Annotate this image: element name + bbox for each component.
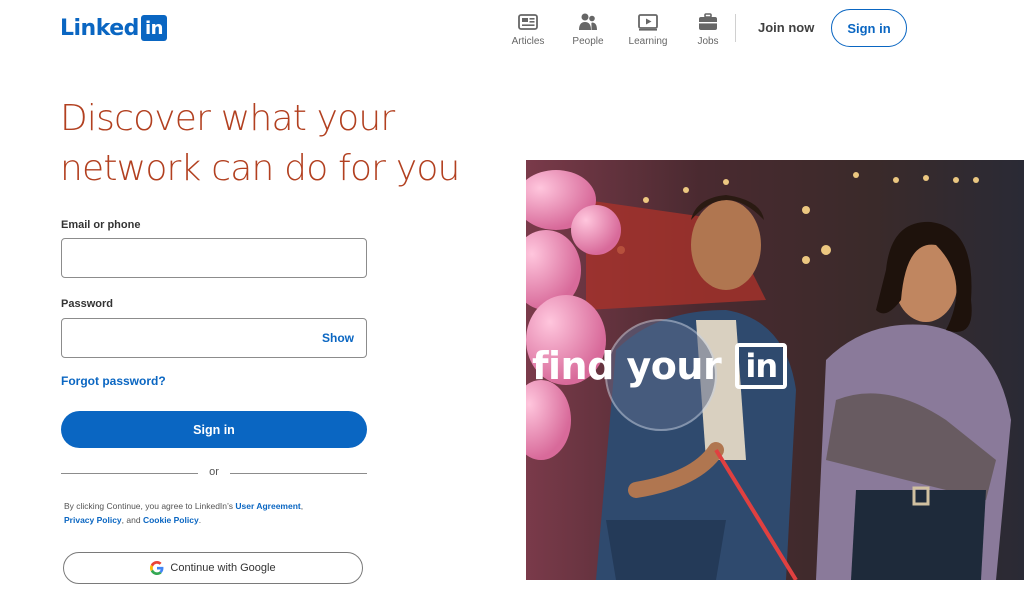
sign-in-button[interactable]: Sign in [61,411,367,448]
or-divider: or [61,466,367,480]
hero-photo: find your in [526,160,1024,580]
top-nav: Articles People Learning Jobs [498,12,738,47]
password-field[interactable]: Show [61,318,367,358]
nav-learning[interactable]: Learning [618,12,678,47]
legal-prefix: By clicking Continue, you agree to Linke… [64,501,236,511]
nav-jobs-label: Jobs [697,36,719,47]
people-icon [579,13,597,30]
legal-period: . [198,514,202,525]
join-now-button[interactable]: Join now [746,10,826,44]
nav-articles-label: Articles [511,36,545,47]
page-headline: Discover what your network can do for yo… [60,94,480,194]
divider-line-right [230,473,367,474]
headline-line-2: network can do for you [60,148,460,189]
nav-jobs[interactable]: Jobs [678,12,738,47]
user-agreement-link[interactable]: User Agreement [235,501,300,511]
privacy-policy-link[interactable]: Privacy Policy [64,515,122,525]
headline-line-1: Discover what your [60,98,395,139]
articles-icon [518,14,538,30]
jobs-icon [699,13,717,30]
email-field[interactable] [61,238,367,278]
learning-icon [638,14,658,31]
google-button-label: Continue with Google [170,562,276,574]
legal-notice: By clicking Continue, you agree to Linke… [64,500,364,527]
email-label: Email or phone [61,219,141,231]
logo-in-box: in [140,15,167,41]
nav-people[interactable]: People [558,12,618,47]
nav-articles[interactable]: Articles [498,12,558,47]
overlay-text: find your [532,344,722,388]
nav-learning-label: Learning [628,36,668,47]
or-text: or [209,466,219,478]
legal-comma: , [300,501,304,511]
cookie-policy-link[interactable]: Cookie Policy [143,515,199,525]
header-sign-in-button[interactable]: Sign in [831,9,907,47]
nav-people-label: People [572,36,604,47]
find-your-in-overlay: find your in [532,343,788,389]
password-label: Password [61,298,113,310]
logo-wordmark: Linked [60,15,139,41]
overlay-in-box: in [735,343,788,389]
nav-divider [735,14,736,42]
forgot-password-link[interactable]: Forgot password? [61,374,166,388]
continue-with-google-button[interactable]: Continue with Google [63,552,363,584]
show-password-button[interactable]: Show [322,331,354,345]
linkedin-logo[interactable]: Linked in [60,14,167,42]
google-g-icon [150,561,164,575]
legal-and: , and [121,514,143,525]
